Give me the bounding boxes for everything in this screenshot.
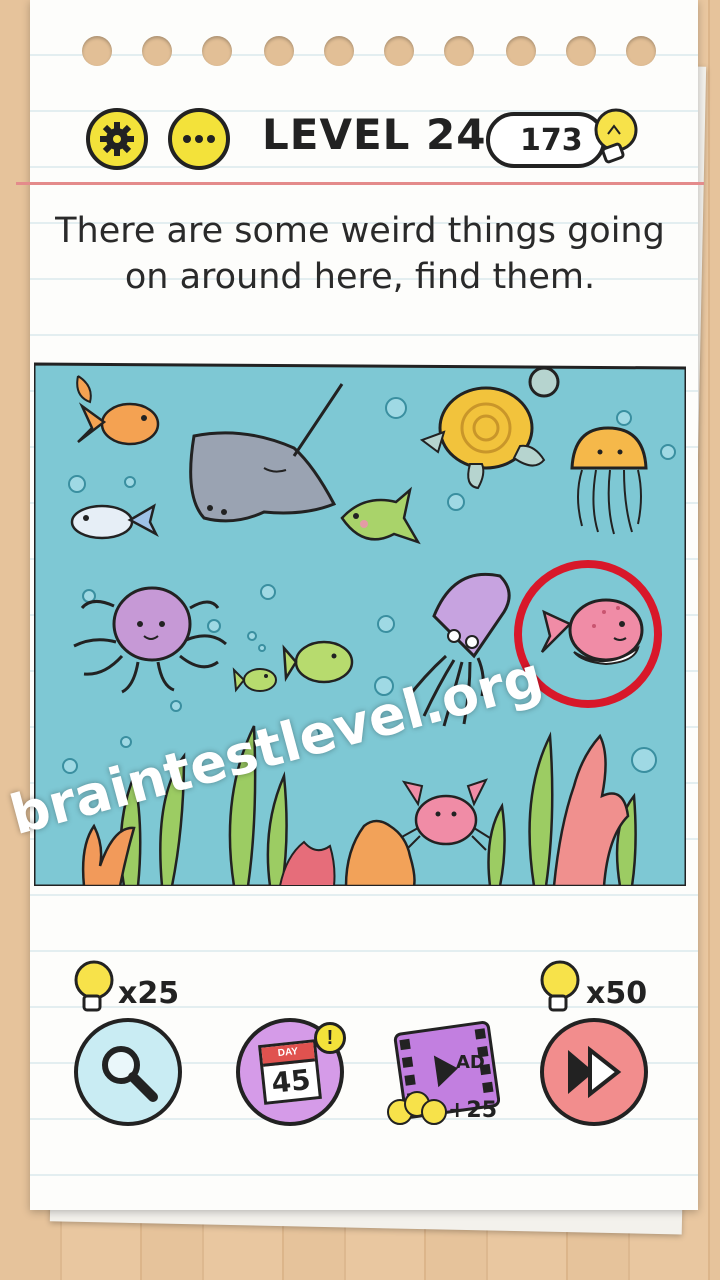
binder-hole bbox=[566, 36, 596, 66]
binder-hole bbox=[506, 36, 536, 66]
instruction-line: There are some weird things going bbox=[55, 211, 665, 251]
settings-button[interactable] bbox=[86, 108, 148, 170]
calendar-icon: DAY 45 bbox=[258, 1039, 322, 1105]
level-title: LEVEL 244 bbox=[262, 110, 517, 159]
instruction-line: on around here, find them. bbox=[124, 257, 596, 297]
hint-count: 173 bbox=[520, 122, 583, 158]
magnifier-icon bbox=[102, 1046, 158, 1102]
binder-hole bbox=[264, 36, 294, 66]
binder-hole bbox=[384, 36, 414, 66]
instruction-text: There are some weird things going on aro… bbox=[40, 208, 680, 300]
gear-icon bbox=[100, 122, 134, 156]
lightbulb-cluster-icon bbox=[387, 1091, 447, 1125]
magnifier-cost: x25 bbox=[118, 976, 180, 1011]
lightbulb-icon bbox=[74, 960, 114, 1012]
calendar-day-number: 45 bbox=[269, 1063, 313, 1100]
menu-button[interactable] bbox=[168, 108, 230, 170]
binder-hole bbox=[142, 36, 172, 66]
binder-hole bbox=[82, 36, 112, 66]
lightbulb-icon bbox=[540, 960, 580, 1012]
skip-level-button[interactable] bbox=[540, 1018, 648, 1126]
ad-label: AD bbox=[456, 1052, 485, 1073]
daily-alert-badge: ! bbox=[314, 1022, 346, 1054]
binder-hole bbox=[444, 36, 474, 66]
margin-line bbox=[16, 182, 704, 185]
binder-hole bbox=[626, 36, 656, 66]
skip-forward-icon bbox=[568, 1045, 622, 1099]
binder-hole bbox=[324, 36, 354, 66]
binder-hole bbox=[202, 36, 232, 66]
ad-reward: +25 bbox=[448, 1098, 498, 1123]
lightbulb-icon bbox=[594, 108, 638, 164]
skip-cost: x50 bbox=[586, 976, 648, 1011]
more-dots-icon bbox=[183, 135, 215, 143]
magnifier-hint-button[interactable] bbox=[74, 1018, 182, 1126]
